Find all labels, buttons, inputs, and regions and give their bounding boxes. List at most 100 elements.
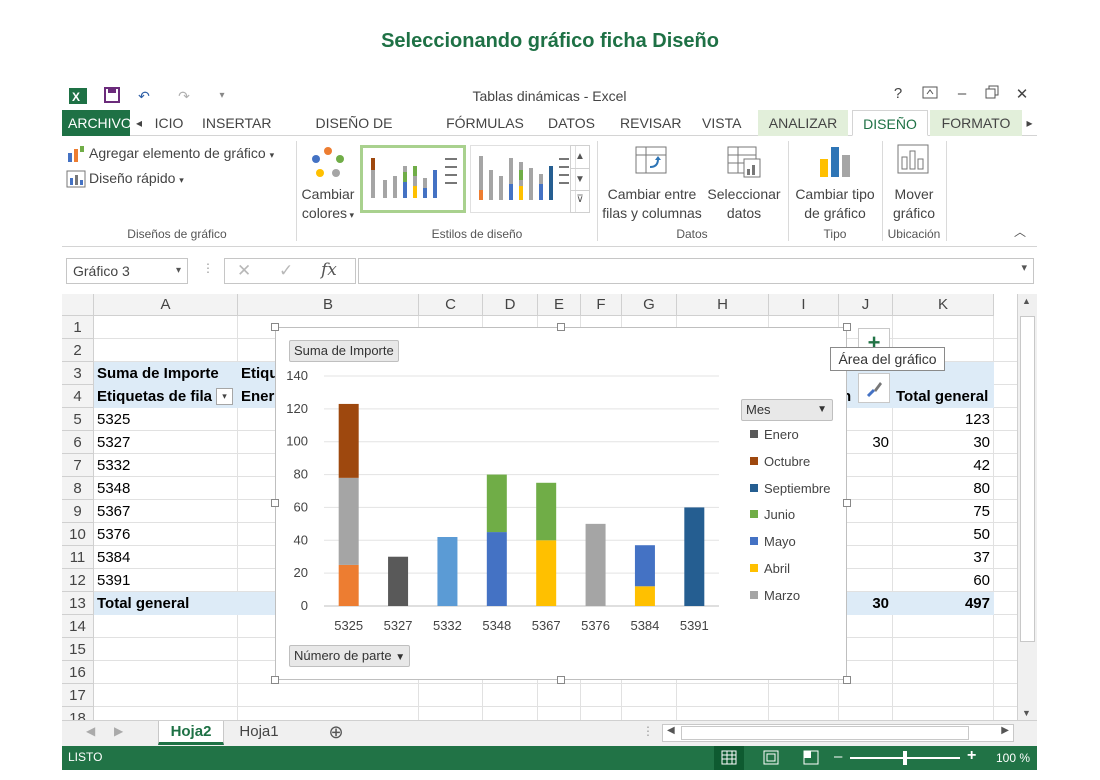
resize-handle[interactable]	[271, 323, 279, 331]
cell-k8[interactable]: 80	[893, 477, 990, 500]
resize-handle[interactable]	[843, 323, 851, 331]
normal-view-icon[interactable]	[714, 746, 744, 770]
cell-a13[interactable]: Total general	[97, 592, 237, 615]
bar-segment[interactable]	[536, 482, 557, 541]
column-header-d[interactable]: D	[483, 294, 538, 316]
bar-segment[interactable]	[338, 477, 359, 565]
formula-input[interactable]: ▾	[358, 258, 1034, 284]
tab-formulas[interactable]: FÓRMULAS	[440, 110, 530, 136]
page-break-view-icon[interactable]	[796, 746, 826, 770]
resize-handle[interactable]	[843, 499, 851, 507]
zoom-level[interactable]: 100 %	[996, 751, 1030, 765]
tab-archivo[interactable]: ARCHIVO	[62, 110, 132, 136]
axis-field-button[interactable]: Número de parte ▼	[289, 645, 411, 667]
collapse-ribbon-icon[interactable]: ︿	[1014, 223, 1026, 240]
chart-styles-brush-icon[interactable]	[858, 373, 890, 403]
hscroll-left-icon[interactable]: ◀	[667, 725, 675, 736]
tab-insertar[interactable]: INSERTAR	[196, 110, 272, 136]
tab-vista[interactable]: VISTA	[696, 110, 746, 136]
row-header-8[interactable]: 8	[62, 477, 94, 500]
switch-row-column-button[interactable]: Cambiar entre filas y columnas	[602, 185, 702, 223]
legend-entry[interactable]: Septiembre	[746, 480, 830, 500]
tab-inicio[interactable]: ICIO	[144, 110, 194, 136]
tab-scroll-right-icon[interactable]: ▸	[1022, 110, 1037, 136]
column-header-i[interactable]: I	[769, 294, 839, 316]
legend-entry[interactable]: Enero	[746, 426, 799, 446]
legend-entry[interactable]: Mayo	[746, 533, 796, 553]
page-layout-view-icon[interactable]	[756, 746, 786, 770]
vertical-scrollbar[interactable]: ▲ ▼	[1017, 294, 1037, 720]
bar-segment[interactable]	[536, 540, 557, 606]
horizontal-scrollbar[interactable]: ◀ ▶	[662, 724, 1014, 742]
scroll-up-icon[interactable]: ▲	[1022, 296, 1031, 306]
cell-k13[interactable]: 497	[893, 592, 990, 615]
gallery-up-icon[interactable]: ▲	[571, 146, 589, 168]
row-header-9[interactable]: 9	[62, 500, 94, 523]
row-header-14[interactable]: 14	[62, 615, 94, 638]
close-icon[interactable]: ✕	[1010, 85, 1034, 105]
chart-style-2-thumbnail[interactable]	[470, 145, 576, 213]
bar-segment[interactable]	[486, 532, 507, 606]
cell-a6[interactable]: 5327	[97, 431, 237, 454]
row-header-3[interactable]: 3	[62, 362, 94, 385]
cell-a11[interactable]: 5384	[97, 546, 237, 569]
cell-k6[interactable]: 30	[893, 431, 990, 454]
tab-formato[interactable]: FORMATO	[930, 110, 1022, 136]
bar-segment[interactable]	[634, 545, 655, 587]
gallery-down-icon[interactable]: ▼	[571, 168, 589, 190]
add-chart-element-button[interactable]: Agregar elemento de gráfico ▾	[89, 144, 274, 165]
column-header-f[interactable]: F	[581, 294, 622, 316]
cell-k10[interactable]: 50	[893, 523, 990, 546]
sheet-next-icon[interactable]: ▶	[114, 724, 123, 738]
cell-a3[interactable]: Suma de Importe	[97, 362, 237, 385]
column-header-b[interactable]: B	[238, 294, 419, 316]
bar-segment[interactable]	[585, 523, 606, 606]
new-sheet-icon[interactable]: ⊕	[324, 721, 348, 745]
insert-function-icon[interactable]: fx	[321, 260, 337, 280]
name-box-dropdown-icon[interactable]: ▾	[176, 259, 181, 283]
legend-entry[interactable]: Abril	[746, 560, 790, 580]
cell-k9[interactable]: 75	[893, 500, 990, 523]
hscroll-right-icon[interactable]: ▶	[1001, 725, 1009, 736]
name-box[interactable]: Gráfico 3 ▾	[66, 258, 188, 284]
minimize-icon[interactable]: –	[950, 85, 974, 105]
sheet-tab-hoja2[interactable]: Hoja2	[158, 721, 224, 745]
row-header-10[interactable]: 10	[62, 523, 94, 546]
column-header-h[interactable]: H	[677, 294, 769, 316]
cell-k5[interactable]: 123	[893, 408, 990, 431]
column-header-a[interactable]: A	[94, 294, 238, 316]
column-header-g[interactable]: G	[622, 294, 677, 316]
bar-segment[interactable]	[634, 586, 655, 606]
row-header-15[interactable]: 15	[62, 638, 94, 661]
legend-entry[interactable]: Marzo	[746, 587, 800, 607]
zoom-slider-thumb[interactable]	[903, 751, 907, 765]
expand-formula-icon[interactable]: ▾	[1021, 261, 1027, 274]
column-header-j[interactable]: J	[839, 294, 893, 316]
row-header-7[interactable]: 7	[62, 454, 94, 477]
bar-segment[interactable]	[684, 507, 705, 606]
tab-diseno[interactable]: DISEÑO	[852, 110, 928, 136]
resize-handle[interactable]	[271, 676, 279, 684]
cell-k12[interactable]: 60	[893, 569, 990, 592]
select-all-corner[interactable]	[62, 294, 94, 316]
quick-layout-button[interactable]: Diseño rápido ▾	[89, 169, 184, 190]
bar-segment[interactable]	[437, 537, 458, 606]
row-header-11[interactable]: 11	[62, 546, 94, 569]
cell-k11[interactable]: 37	[893, 546, 990, 569]
cell-k4[interactable]: Total general	[896, 385, 993, 408]
tab-revisar[interactable]: REVISAR	[614, 110, 682, 136]
resize-handle[interactable]	[557, 676, 565, 684]
row-header-4[interactable]: 4	[62, 385, 94, 408]
select-data-button[interactable]: Seleccionar datos	[704, 185, 784, 223]
resize-handle[interactable]	[271, 499, 279, 507]
resize-handle[interactable]	[843, 676, 851, 684]
cancel-icon[interactable]: ✕	[237, 261, 251, 281]
column-header-c[interactable]: C	[419, 294, 483, 316]
row-header-16[interactable]: 16	[62, 661, 94, 684]
row-header-5[interactable]: 5	[62, 408, 94, 431]
legend-entry[interactable]: Junio	[746, 506, 795, 526]
bar-segment[interactable]	[486, 474, 507, 533]
pivot-chart[interactable]: 0 20 40 60 80 100 120 140 5325 5327 5332 5348 5367 53…	[275, 327, 847, 680]
cell-a5[interactable]: 5325	[97, 408, 237, 431]
legend-entry[interactable]: Octubre	[746, 453, 810, 473]
